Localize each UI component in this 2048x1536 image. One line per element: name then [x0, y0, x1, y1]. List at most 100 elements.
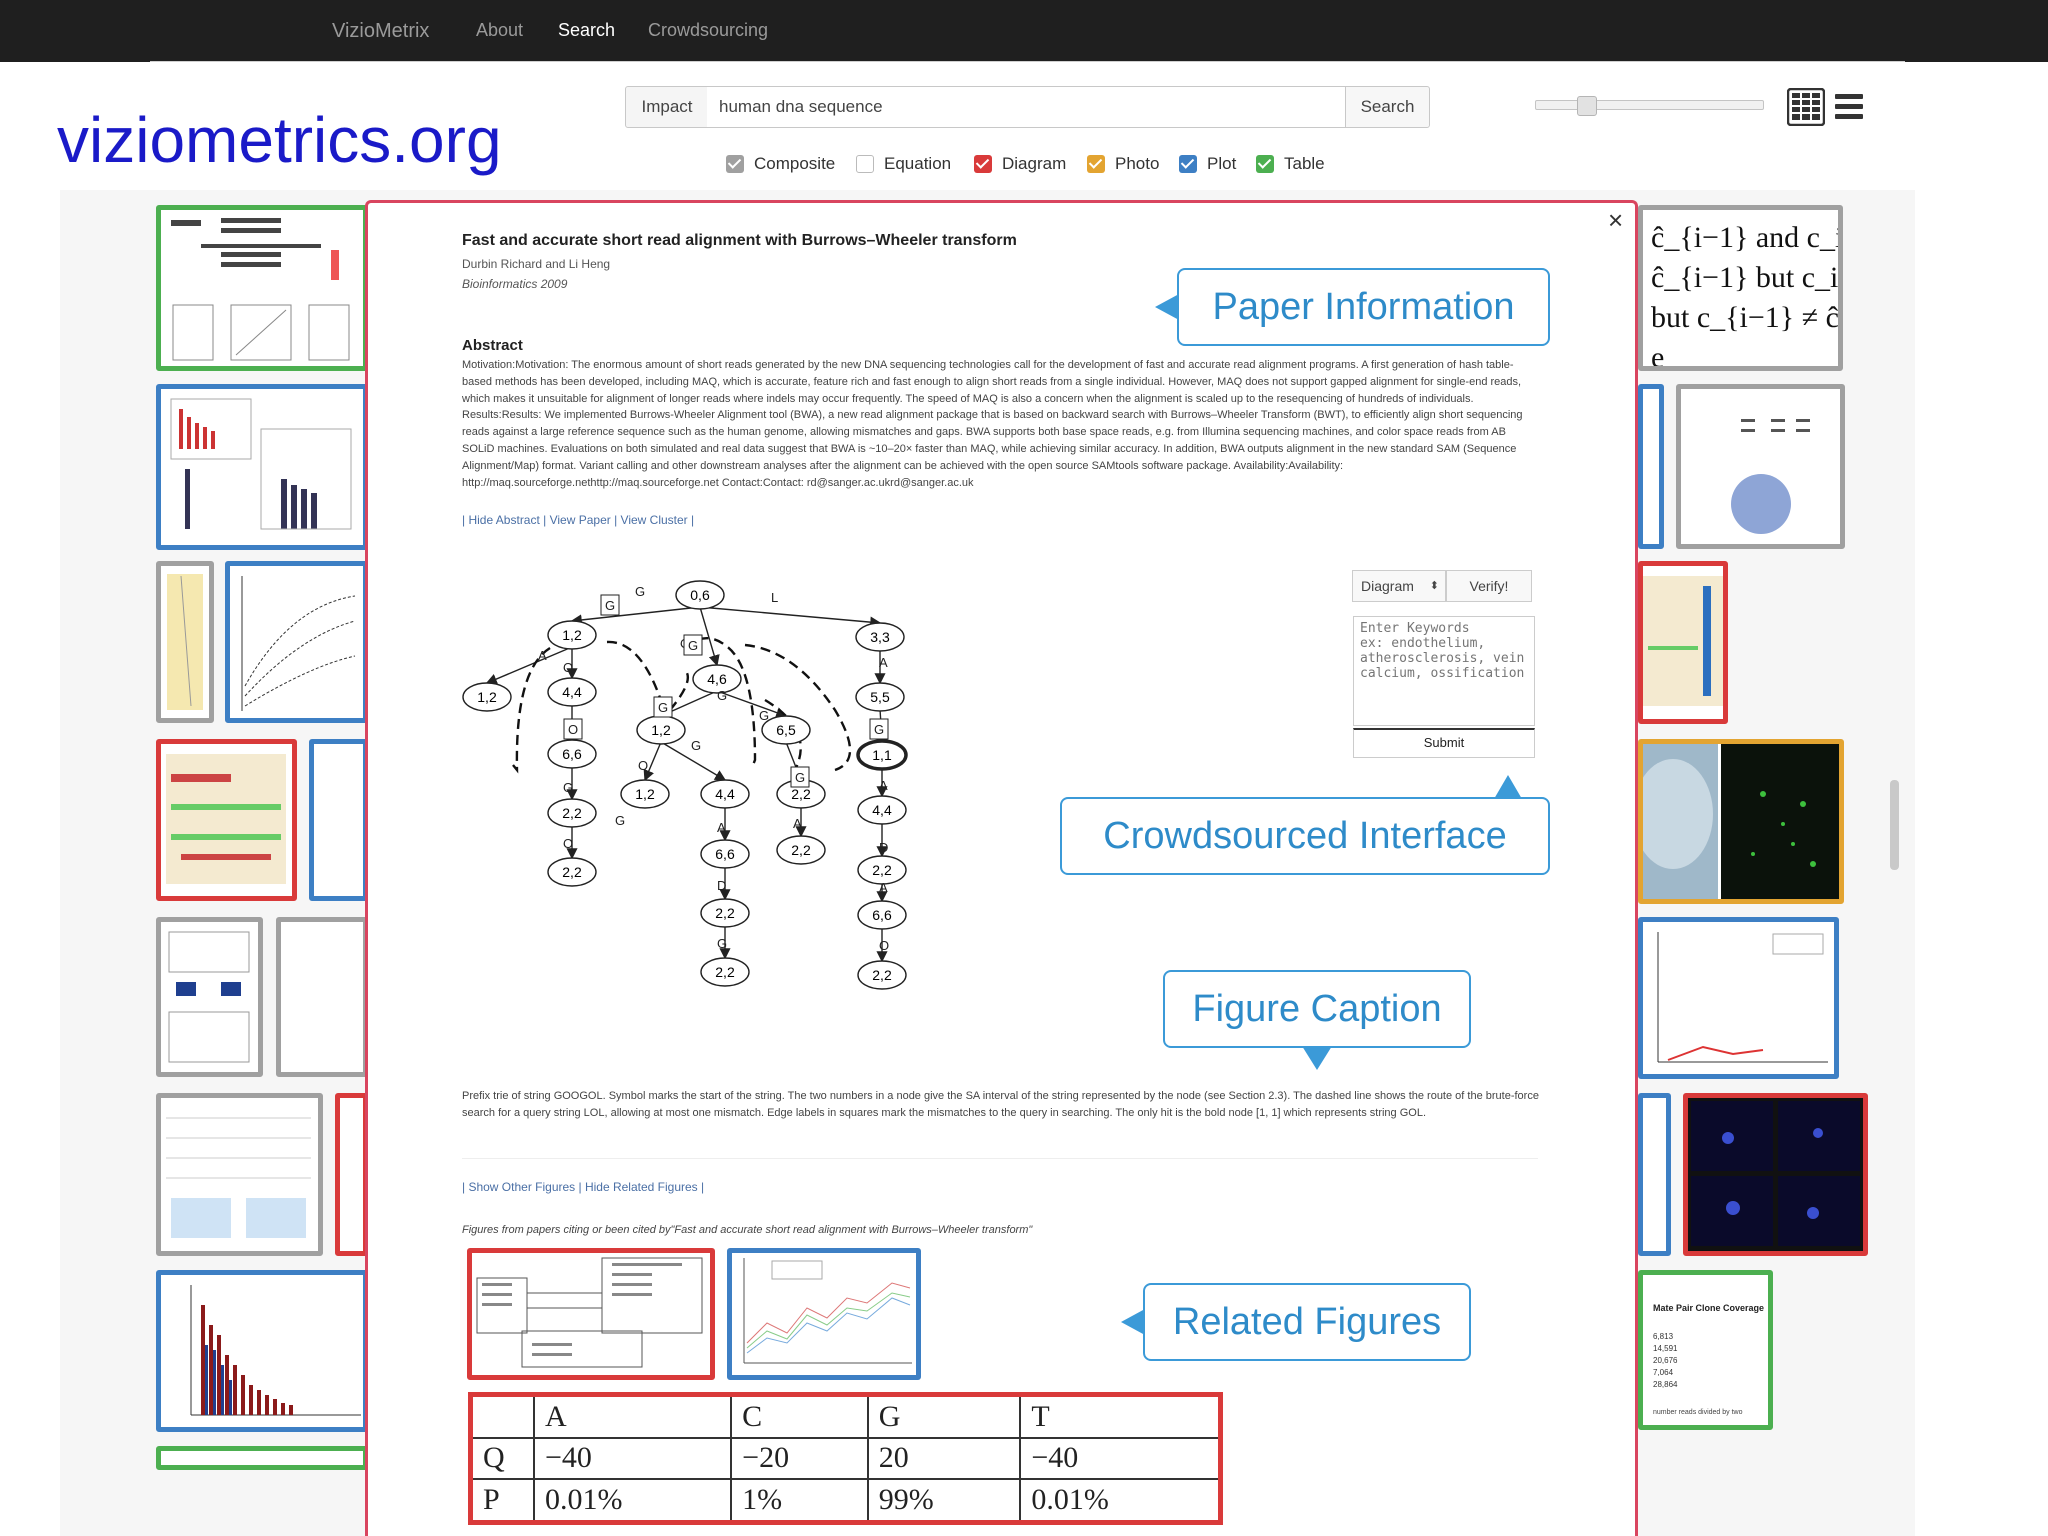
filter-label: Plot: [1207, 154, 1237, 173]
sort-impact-button[interactable]: Impact: [625, 86, 709, 128]
thumbnail-image: [241, 576, 356, 711]
search-input[interactable]: [707, 86, 1372, 128]
trie-node-label: 6,6: [562, 746, 582, 762]
trie-edge-label: G: [717, 936, 727, 951]
result-thumbnail[interactable]: [225, 561, 368, 723]
result-thumbnail[interactable]: [276, 917, 368, 1077]
composite-checkbox[interactable]: [726, 155, 744, 173]
trie-edge: [699, 606, 882, 628]
nav-about[interactable]: About: [476, 20, 523, 41]
table-cell: 28,864: [1653, 1380, 1678, 1389]
trie-edge-label: D: [879, 840, 888, 855]
scrollbar-thumb[interactable]: [1890, 780, 1899, 870]
photo-checkbox[interactable]: [1087, 155, 1105, 173]
table-checkbox[interactable]: [1256, 155, 1274, 173]
svg-text:O: O: [568, 722, 578, 737]
grid-view-icon[interactable]: [1787, 88, 1825, 126]
prefix-trie-diagram: 0,6 1,2 3,3 1,2 4,4 4,6 5,5 6,6 1,2 6,5 1,1 2,2 1,2 4…: [462, 580, 908, 990]
result-thumbnail[interactable]: [1638, 739, 1844, 904]
table-note: number reads divided by two: [1653, 1409, 1743, 1416]
table-cell: 14,591: [1653, 1344, 1678, 1353]
table-row: P 0.01% 1% 99% 0.01%: [469, 1478, 1222, 1524]
paper-title[interactable]: Fast and accurate short read alignment w…: [462, 232, 1017, 250]
table-title: Mate Pair Clone Coverage: [1653, 1303, 1765, 1313]
table-cell: [469, 1393, 535, 1439]
trie-edge-label: A: [793, 816, 802, 831]
result-thumbnail[interactable]: [1638, 384, 1664, 549]
related-figure-thumbnail[interactable]: [727, 1248, 921, 1380]
trie-edge-label: G: [759, 708, 769, 723]
filter-table[interactable]: Table: [1256, 152, 1325, 176]
probability-table: A C G T Q −40 −20 20 −40 P 0.01% 1% 99% …: [468, 1392, 1223, 1525]
result-thumbnail[interactable]: [335, 1093, 368, 1256]
equation-checkbox[interactable]: [856, 155, 874, 173]
select-value: Diagram: [1361, 578, 1414, 594]
result-thumbnail-table[interactable]: Mate Pair Clone Coverage 6,813 14,591 20…: [1638, 1270, 1773, 1430]
equation-line: but c_{i−1} ≠ ĉ_{i−1}: [1651, 301, 1839, 334]
trie-search-route: [512, 646, 551, 774]
slider-thumb[interactable]: [1577, 96, 1597, 116]
diagram-checkbox[interactable]: [974, 155, 992, 173]
trie-node-label: 6,6: [872, 907, 892, 923]
result-thumbnail[interactable]: [156, 1446, 368, 1470]
trie-node-label: 3,3: [870, 629, 890, 645]
result-thumbnail[interactable]: [1638, 917, 1839, 1079]
nav-search[interactable]: Search: [558, 20, 615, 41]
trie-edge-label: D: [717, 878, 726, 893]
brand-logo[interactable]: VizioMetrix: [332, 20, 429, 43]
result-thumbnail[interactable]: [156, 1093, 323, 1256]
trie-node: 1,2: [636, 715, 686, 745]
result-thumbnail[interactable]: [156, 205, 368, 371]
result-thumbnail[interactable]: [156, 561, 214, 723]
nav-crowdsourcing[interactable]: Crowdsourcing: [648, 20, 768, 41]
figure-links[interactable]: | Show Other Figures | Hide Related Figu…: [462, 1180, 704, 1194]
plot-checkbox[interactable]: [1179, 155, 1197, 173]
slider-track[interactable]: [1535, 100, 1764, 110]
filter-diagram[interactable]: Diagram: [974, 152, 1066, 176]
table-cell: 20,676: [1653, 1356, 1678, 1365]
table-cell: C: [730, 1393, 869, 1439]
result-thumbnail[interactable]: [1638, 1093, 1671, 1256]
equation-line: e: [1651, 341, 1665, 371]
table-cell: −40: [532, 1436, 733, 1481]
result-thumbnail[interactable]: [156, 1270, 368, 1432]
result-thumbnail[interactable]: [309, 739, 368, 901]
paper-authors: Durbin Richard and Li Heng: [462, 257, 611, 271]
search-button[interactable]: Search: [1345, 86, 1430, 128]
table-cell: 0.01%: [532, 1478, 733, 1524]
close-icon[interactable]: ×: [1608, 205, 1623, 236]
filter-equation[interactable]: Equation: [856, 152, 951, 176]
result-thumbnail[interactable]: [156, 384, 368, 550]
result-thumbnail-equation[interactable]: ĉ_{i−1} and c_i = ĉ_i ĉ_{i−1} but c_i ≠ …: [1638, 205, 1843, 371]
result-thumbnail[interactable]: [1683, 1093, 1868, 1256]
result-thumbnail[interactable]: [156, 917, 263, 1077]
trie-mismatch-box: G: [790, 766, 810, 788]
filter-photo[interactable]: Photo: [1087, 152, 1159, 176]
trie-node: 4,4: [700, 779, 750, 809]
filter-plot[interactable]: Plot: [1179, 152, 1236, 176]
trie-mismatch-box: G: [600, 594, 620, 616]
thumbnail-image: [168, 931, 250, 1063]
figure-type-select[interactable]: Diagram ⬍: [1352, 570, 1446, 602]
table-cell: P: [469, 1478, 535, 1524]
verify-button[interactable]: Verify!: [1446, 570, 1532, 602]
zoom-slider[interactable]: [1535, 96, 1764, 116]
abstract-links[interactable]: | Hide Abstract | View Paper | View Clus…: [462, 513, 694, 527]
submit-button[interactable]: Submit: [1353, 728, 1535, 758]
trie-edge-label: O: [879, 938, 889, 953]
list-view-icon[interactable]: [1835, 92, 1863, 122]
trie-edge: [485, 646, 573, 685]
keywords-input[interactable]: [1353, 616, 1535, 726]
related-figure-thumbnail[interactable]: [467, 1248, 715, 1380]
trie-mismatch-box: G: [869, 718, 889, 740]
table-cell: T: [1019, 1393, 1222, 1439]
filter-composite[interactable]: Composite: [726, 152, 835, 176]
result-thumbnail[interactable]: [1638, 561, 1728, 724]
result-thumbnail[interactable]: [156, 739, 297, 901]
thumbnail-image: [190, 1285, 361, 1416]
result-thumbnail[interactable]: [1676, 384, 1845, 549]
trie-node: 1,2: [462, 682, 512, 712]
trie-node: 2,2: [547, 798, 597, 828]
top-navbar: VizioMetrix About Search Crowdsourcing: [0, 0, 2048, 62]
table-cell: −40: [1019, 1436, 1222, 1481]
